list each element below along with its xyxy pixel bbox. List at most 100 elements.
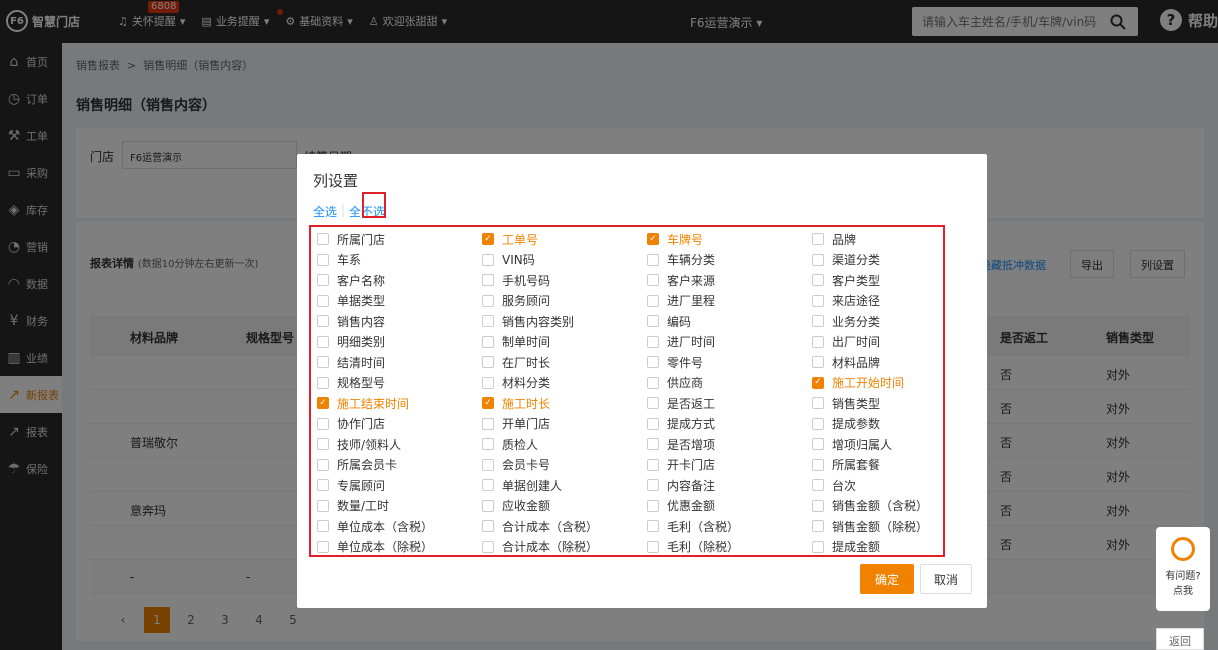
column-option[interactable]: 供应商: [647, 374, 703, 392]
checkbox[interactable]: [647, 540, 659, 553]
column-option[interactable]: 客户名称: [317, 271, 385, 289]
column-option[interactable]: 应收金额: [482, 497, 550, 515]
checkbox[interactable]: [647, 479, 659, 491]
checkbox[interactable]: [812, 274, 824, 286]
column-option[interactable]: 是否返工: [647, 394, 715, 412]
checkbox[interactable]: [482, 335, 494, 348]
column-option[interactable]: 台次: [812, 476, 856, 494]
column-option[interactable]: 销售内容类别: [482, 312, 574, 330]
checkbox[interactable]: [812, 253, 824, 266]
cancel-button[interactable]: 取消: [920, 564, 972, 594]
checkbox[interactable]: [812, 335, 824, 348]
checkbox[interactable]: [317, 335, 329, 348]
checkbox[interactable]: ✓: [647, 233, 659, 245]
checkbox[interactable]: [647, 294, 659, 307]
checkbox[interactable]: [647, 315, 659, 327]
column-option[interactable]: 单位成本（含税）: [317, 517, 433, 535]
checkbox[interactable]: [482, 274, 494, 286]
column-option[interactable]: 在厂时长: [482, 353, 550, 371]
checkbox[interactable]: [482, 376, 494, 389]
checkbox[interactable]: [812, 540, 824, 553]
checkbox[interactable]: ✓: [812, 376, 824, 389]
checkbox[interactable]: [812, 417, 824, 430]
checkbox[interactable]: [812, 458, 824, 471]
column-option[interactable]: 所属套餐: [812, 456, 880, 474]
column-option[interactable]: 内容备注: [647, 476, 715, 494]
column-option[interactable]: 明细类别: [317, 333, 385, 351]
column-option[interactable]: 车系: [317, 251, 361, 269]
checkbox[interactable]: [647, 458, 659, 471]
checkbox[interactable]: [647, 356, 659, 368]
column-option[interactable]: 提成参数: [812, 415, 880, 433]
checkbox[interactable]: [482, 540, 494, 553]
column-option[interactable]: 结清时间: [317, 353, 385, 371]
checkbox[interactable]: [812, 233, 824, 245]
column-option[interactable]: 进厂里程: [647, 292, 715, 310]
checkbox[interactable]: [812, 438, 824, 450]
checkbox[interactable]: [482, 417, 494, 430]
column-option[interactable]: 手机号码: [482, 271, 550, 289]
column-option[interactable]: 开卡门店: [647, 456, 715, 474]
checkbox[interactable]: [317, 253, 329, 266]
checkbox[interactable]: [482, 458, 494, 471]
column-option[interactable]: 材料分类: [482, 374, 550, 392]
column-option[interactable]: 服务顾问: [482, 292, 550, 310]
column-option[interactable]: 优惠金额: [647, 497, 715, 515]
column-option[interactable]: 编码: [647, 312, 691, 330]
column-option[interactable]: 销售金额（含税）: [812, 497, 928, 515]
column-option[interactable]: 客户来源: [647, 271, 715, 289]
checkbox[interactable]: [317, 540, 329, 553]
column-option[interactable]: 单据类型: [317, 292, 385, 310]
column-option[interactable]: ✓ 车牌号: [647, 230, 703, 248]
checkbox[interactable]: [482, 438, 494, 450]
column-option[interactable]: ✓ 施工开始时间: [812, 374, 904, 392]
checkbox[interactable]: [317, 315, 329, 327]
checkbox[interactable]: [317, 417, 329, 430]
column-option[interactable]: 毛利（含税）: [647, 517, 739, 535]
column-option[interactable]: 制单时间: [482, 333, 550, 351]
select-all-link[interactable]: 全选: [313, 203, 337, 220]
column-option[interactable]: 增项归属人: [812, 435, 892, 453]
column-option[interactable]: 单位成本（除税）: [317, 538, 433, 556]
checkbox[interactable]: [317, 274, 329, 286]
confirm-button[interactable]: 确定: [860, 564, 914, 594]
checkbox[interactable]: [482, 520, 494, 532]
checkbox[interactable]: [482, 315, 494, 327]
checkbox[interactable]: [812, 315, 824, 327]
checkbox[interactable]: [647, 335, 659, 348]
column-option[interactable]: 质检人: [482, 435, 538, 453]
checkbox[interactable]: [482, 294, 494, 307]
column-option[interactable]: 所属会员卡: [317, 456, 397, 474]
column-option[interactable]: 合计成本（含税）: [482, 517, 598, 535]
checkbox[interactable]: [812, 520, 824, 532]
checkbox[interactable]: [482, 356, 494, 368]
column-option[interactable]: 规格型号: [317, 374, 385, 392]
column-option[interactable]: 出厂时间: [812, 333, 880, 351]
checkbox[interactable]: [482, 499, 494, 512]
column-option[interactable]: VIN码: [482, 251, 535, 269]
checkbox[interactable]: ✓: [317, 397, 329, 409]
column-option[interactable]: 业务分类: [812, 312, 880, 330]
column-option[interactable]: ✓ 施工时长: [482, 394, 550, 412]
checkbox[interactable]: [647, 376, 659, 389]
checkbox[interactable]: [317, 520, 329, 532]
checkbox[interactable]: [647, 520, 659, 532]
checkbox[interactable]: [647, 397, 659, 409]
column-option[interactable]: 提成金额: [812, 538, 880, 556]
checkbox[interactable]: [317, 356, 329, 368]
checkbox[interactable]: [317, 376, 329, 389]
column-option[interactable]: 会员卡号: [482, 456, 550, 474]
column-option[interactable]: 合计成本（除税）: [482, 538, 598, 556]
column-option[interactable]: 是否增项: [647, 435, 715, 453]
column-option[interactable]: 渠道分类: [812, 251, 880, 269]
checkbox[interactable]: [317, 294, 329, 307]
checkbox[interactable]: [812, 397, 824, 409]
column-option[interactable]: 所属门店: [317, 230, 385, 248]
checkbox[interactable]: ✓: [482, 397, 494, 409]
column-option[interactable]: 车辆分类: [647, 251, 715, 269]
checkbox[interactable]: [647, 253, 659, 266]
column-option[interactable]: 销售金额（除税）: [812, 517, 928, 535]
column-option[interactable]: 来店途径: [812, 292, 880, 310]
column-option[interactable]: ✓ 工单号: [482, 230, 538, 248]
checkbox[interactable]: ✓: [482, 233, 494, 245]
